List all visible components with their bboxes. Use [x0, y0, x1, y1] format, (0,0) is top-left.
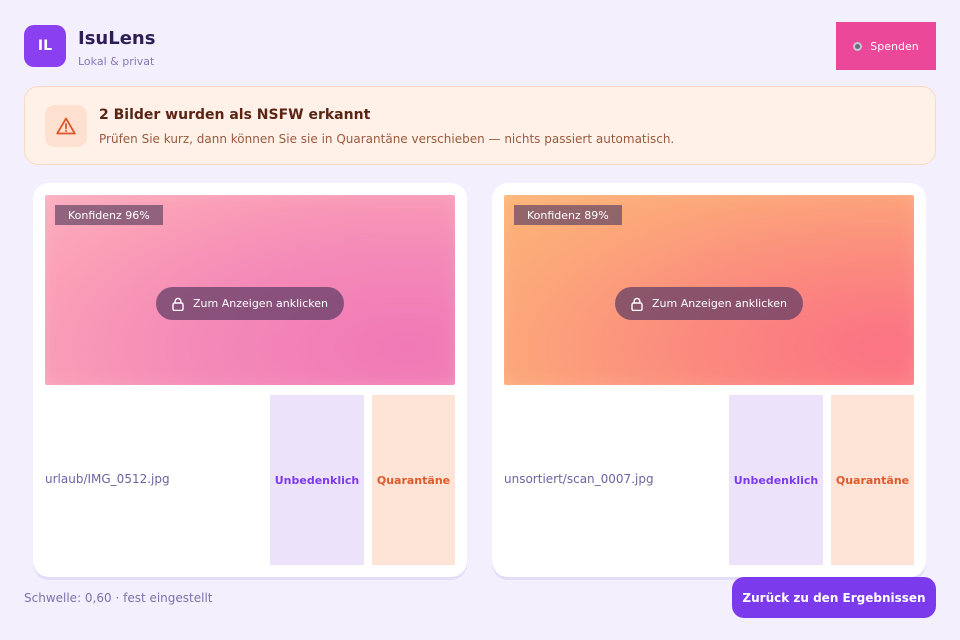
donate-label: Spenden [870, 39, 919, 53]
file-path: unsortiert/scan_0007.jpg [504, 472, 654, 486]
nsfw-image-card: Konfidenz 89% Zum Anzeigen anklicken uns… [492, 183, 926, 577]
reveal-button[interactable]: Zum Anzeigen anklicken [156, 287, 344, 320]
app-logo: IL [24, 25, 66, 67]
donate-button[interactable]: Spenden [836, 22, 936, 70]
quarantine-button[interactable]: Quarantäne [372, 395, 455, 565]
confidence-badge: Konfidenz 96% [55, 205, 163, 225]
app-title: IsuLens [78, 28, 156, 49]
mark-safe-button[interactable]: Unbedenklich [729, 395, 823, 565]
banner-title: 2 Bilder wurden als NSFW erkannt [99, 107, 371, 123]
file-path: urlaub/IMG_0512.jpg [45, 472, 170, 486]
reveal-label: Zum Anzeigen anklicken [652, 297, 787, 310]
blurred-preview[interactable]: Konfidenz 89% Zum Anzeigen anklicken [504, 195, 914, 385]
app-subtitle: Lokal & privat [78, 55, 155, 68]
quarantine-button[interactable]: Quarantäne [831, 395, 914, 565]
nsfw-warning-banner: 2 Bilder wurden als NSFW erkannt Prüfen … [24, 86, 936, 165]
warning-triangle-icon [45, 105, 87, 147]
banner-text: Prüfen Sie kurz, dann können Sie sie in … [99, 132, 675, 146]
reveal-button[interactable]: Zum Anzeigen anklicken [615, 287, 803, 320]
threshold-info: Schwelle: 0,60 · fest eingestellt [24, 591, 213, 605]
back-to-results-button[interactable]: Zurück zu den Ergebnissen [732, 577, 936, 618]
nsfw-image-card: Konfidenz 96% Zum Anzeigen anklicken url… [33, 183, 467, 577]
donate-icon [853, 41, 863, 51]
blurred-preview[interactable]: Konfidenz 96% Zum Anzeigen anklicken [45, 195, 455, 385]
reveal-label: Zum Anzeigen anklicken [193, 297, 328, 310]
mark-safe-button[interactable]: Unbedenklich [270, 395, 364, 565]
confidence-badge: Konfidenz 89% [514, 205, 622, 225]
lock-icon [172, 297, 184, 311]
lock-icon [631, 297, 643, 311]
